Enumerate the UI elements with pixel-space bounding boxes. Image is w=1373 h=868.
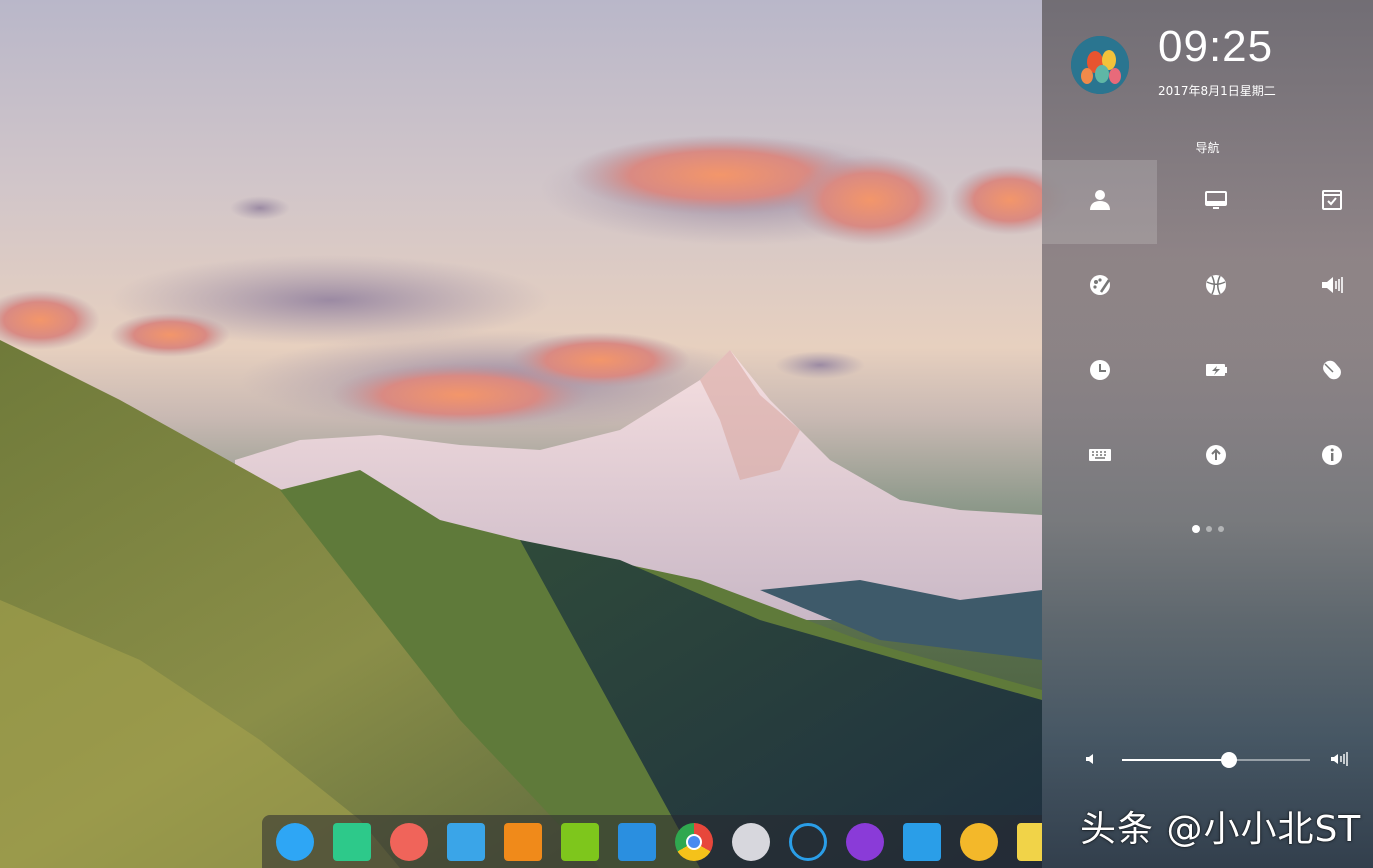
volume-low-icon[interactable]: [1084, 751, 1100, 771]
volume-slider[interactable]: [1122, 752, 1310, 768]
page-dot[interactable]: [1217, 526, 1224, 532]
clock-date: 2017年8月1日星期二: [1158, 84, 1276, 98]
app-store-icon[interactable]: [447, 823, 485, 861]
network-icon: [1203, 272, 1229, 302]
display-icon: [1203, 187, 1229, 217]
mouse-icon: [1319, 357, 1345, 387]
chrome-icon[interactable]: [675, 823, 713, 861]
video-player-icon[interactable]: [618, 823, 656, 861]
settings-item-system-info[interactable]: [1274, 415, 1373, 499]
power-management-icon: [1203, 357, 1229, 387]
shopping-icon[interactable]: [504, 823, 542, 861]
settings-icon[interactable]: [732, 823, 770, 861]
page-indicator: [1042, 525, 1373, 533]
shutdown-icon[interactable]: [846, 823, 884, 861]
settings-item-sound[interactable]: [1274, 245, 1373, 329]
settings-item-default-apps[interactable]: [1274, 160, 1373, 244]
default-apps-icon: [1319, 187, 1345, 217]
settings-item-time-date[interactable]: [1042, 330, 1157, 414]
navigation-title: 导航: [1195, 141, 1220, 155]
time-date-icon: [1087, 357, 1113, 387]
volume-high-icon[interactable]: [1330, 751, 1350, 771]
launcher-icon[interactable]: [276, 823, 314, 861]
volume-slider-fill: [1122, 759, 1230, 761]
volume-control: [1042, 748, 1373, 772]
clock-time: 09:25: [1158, 22, 1274, 71]
settings-item-power-management[interactable]: [1158, 330, 1273, 414]
settings-item-personalization[interactable]: [1042, 245, 1157, 329]
control-center-panel: 09:25 2017年8月1日星期二 导航: [1042, 0, 1373, 868]
update-icon: [1203, 442, 1229, 472]
keyboard-icon: [1087, 442, 1113, 472]
task-manager-icon[interactable]: [903, 823, 941, 861]
clock-icon[interactable]: [960, 823, 998, 861]
system-info-icon: [1319, 442, 1345, 472]
settings-item-keyboard[interactable]: [1042, 415, 1157, 499]
settings-item-network[interactable]: [1158, 245, 1273, 329]
calendar-icon[interactable]: [1017, 823, 1042, 861]
settings-item-mouse[interactable]: [1274, 330, 1373, 414]
music-icon[interactable]: [561, 823, 599, 861]
dock: [262, 815, 1042, 868]
personalization-icon: [1087, 272, 1113, 302]
page-dot[interactable]: [1205, 526, 1212, 532]
file-manager-icon[interactable]: [333, 823, 371, 861]
user-avatar[interactable]: [1071, 36, 1129, 94]
user-account-icon: [1087, 187, 1113, 217]
deepin-icon[interactable]: [789, 823, 827, 861]
settings-item-update[interactable]: [1158, 415, 1273, 499]
watermark: 头条 @小小北ST: [1080, 809, 1362, 850]
screen-recorder-icon[interactable]: [390, 823, 428, 861]
settings-item-display[interactable]: [1158, 160, 1273, 244]
volume-slider-thumb[interactable]: [1221, 752, 1238, 768]
settings-item-user-account[interactable]: [1042, 160, 1157, 244]
page-dot[interactable]: [1191, 525, 1200, 533]
sound-icon: [1319, 272, 1345, 302]
